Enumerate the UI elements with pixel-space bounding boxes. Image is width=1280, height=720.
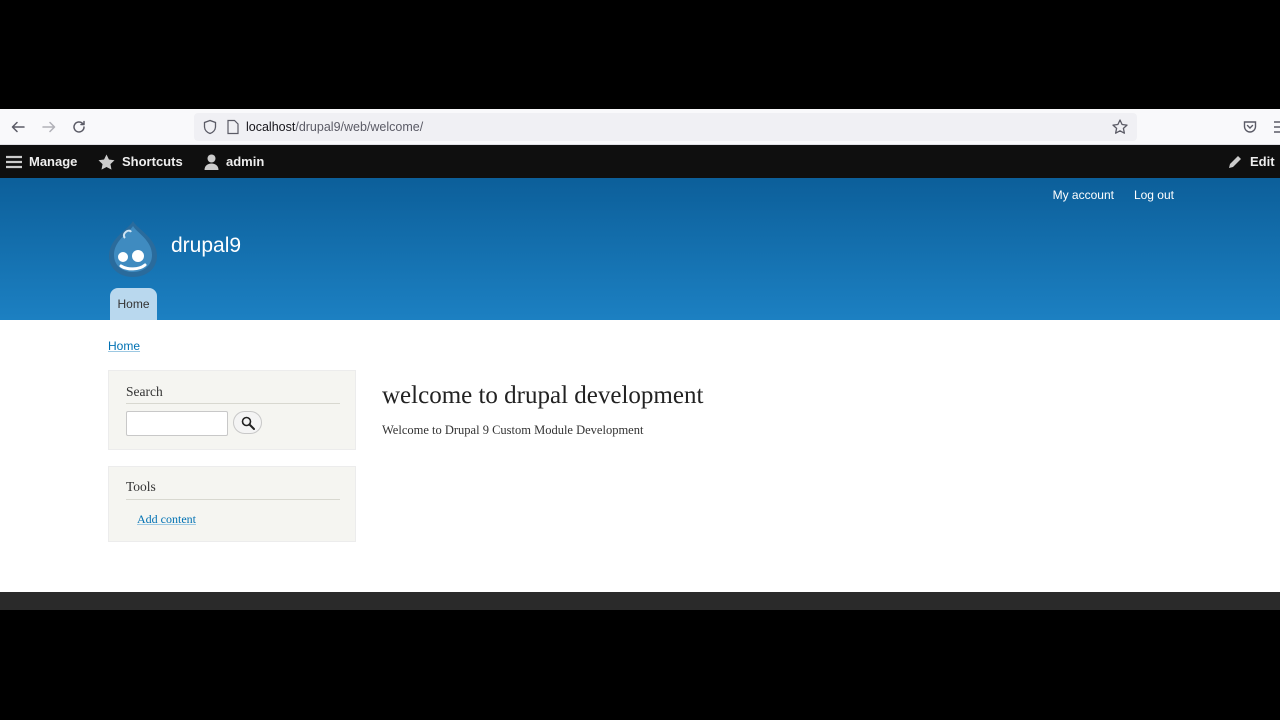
url-host: localhost (246, 120, 296, 134)
manage-button[interactable]: Manage (6, 145, 77, 178)
search-icon (241, 416, 255, 430)
page-body-text: Welcome to Drupal 9 Custom Module Develo… (382, 423, 644, 437)
page-icon[interactable] (226, 119, 240, 135)
site-header: My account Log out drupal9 Home (0, 178, 1280, 320)
edit-label: Edit (1250, 154, 1275, 169)
breadcrumb[interactable]: Home (108, 339, 140, 353)
hamburger-icon (6, 155, 22, 168)
screen: localhost/drupal9/web/welcome/ Manage Sh… (0, 0, 1280, 720)
my-account-link[interactable]: My account (1053, 188, 1114, 202)
manage-label: Manage (29, 154, 78, 169)
user-button[interactable]: admin (204, 145, 264, 178)
divider (126, 403, 340, 404)
log-out-link[interactable]: Log out (1134, 188, 1174, 202)
shortcuts-label: Shortcuts (122, 154, 183, 169)
edit-button[interactable]: Edit (1228, 145, 1275, 178)
back-arrow-icon[interactable] (8, 117, 28, 137)
tools-block-title: Tools (126, 479, 156, 494)
secondary-menu: My account Log out (1053, 188, 1174, 202)
bookmark-star-icon[interactable] (1111, 118, 1129, 136)
search-block: Search (108, 370, 356, 450)
browser-toolbar: localhost/drupal9/web/welcome/ (0, 109, 1280, 145)
app-menu-icon[interactable] (1274, 120, 1280, 134)
admin-toolbar: Manage Shortcuts admin Edit (0, 145, 1280, 178)
site-footer (0, 592, 1280, 610)
search-input[interactable] (126, 411, 228, 436)
url-path: /drupal9/web/welcome/ (295, 120, 424, 134)
site-name[interactable]: drupal9 (171, 234, 241, 258)
shortcuts-button[interactable]: Shortcuts (98, 145, 183, 178)
user-icon (204, 154, 219, 170)
page-title: welcome to drupal development (382, 382, 704, 409)
url-text[interactable]: localhost/drupal9/web/welcome/ (246, 120, 423, 134)
page-content: Home Search Tools Add content welcome to… (0, 320, 1280, 592)
pencil-icon (1229, 156, 1241, 168)
star-icon (98, 153, 115, 170)
address-bar[interactable]: localhost/drupal9/web/welcome/ (194, 113, 1137, 141)
drupal-logo-icon[interactable] (107, 220, 159, 278)
user-label: admin (226, 154, 265, 169)
search-button[interactable] (233, 411, 262, 434)
pocket-icon[interactable] (1242, 119, 1258, 135)
tools-block: Tools Add content (108, 466, 356, 542)
search-block-title: Search (126, 384, 163, 399)
divider (126, 499, 340, 500)
tab-home[interactable]: Home (110, 288, 157, 320)
add-content-link[interactable]: Add content (137, 512, 196, 527)
shield-icon[interactable] (202, 119, 218, 135)
reload-icon[interactable] (69, 117, 89, 137)
forward-arrow-icon[interactable] (39, 117, 59, 137)
